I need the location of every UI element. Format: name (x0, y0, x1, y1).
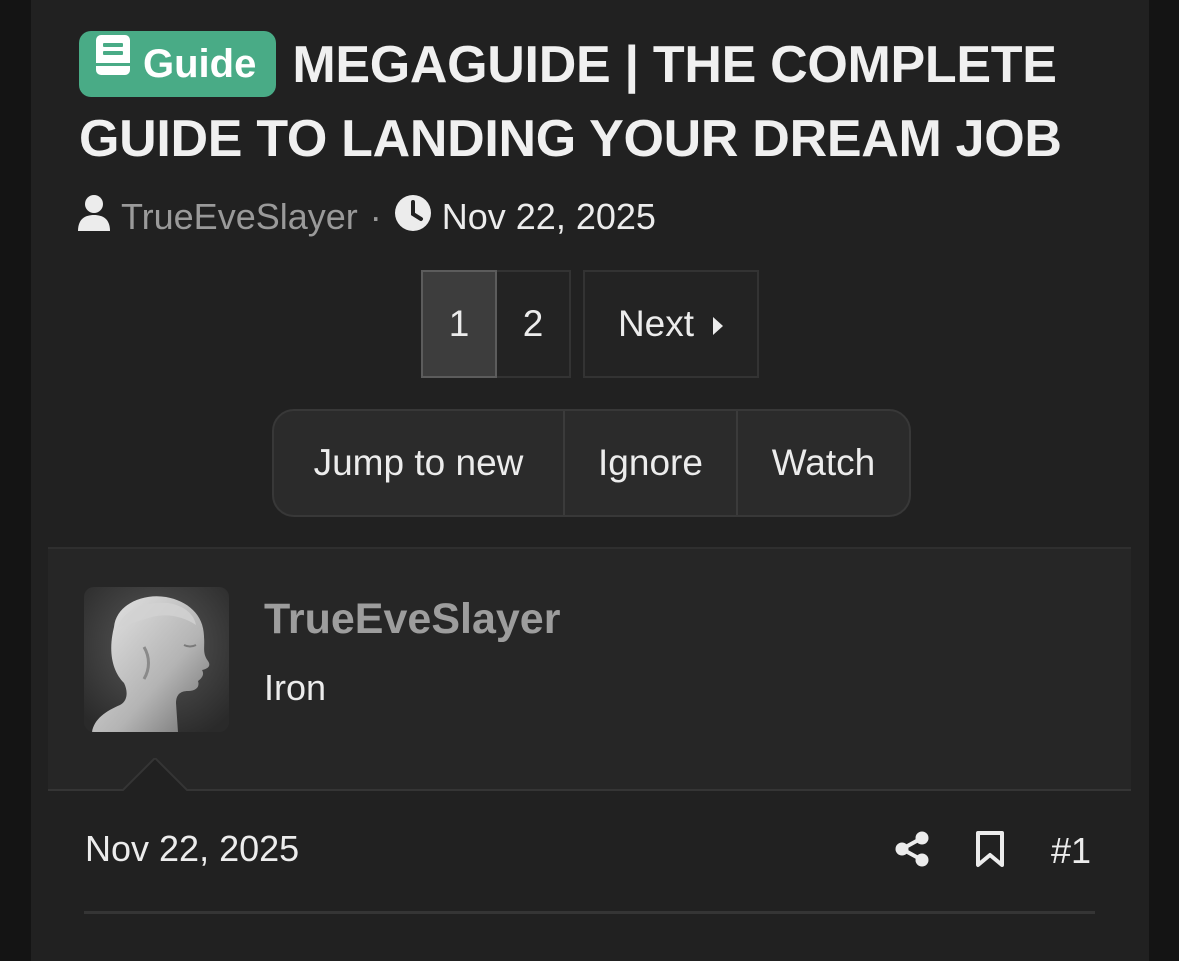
thread-author-link[interactable]: TrueEveSlayer (121, 196, 358, 238)
ignore-button[interactable]: Ignore (563, 411, 736, 515)
thread-action-group: Jump to new Ignore Watch (272, 409, 911, 517)
post-user-header: TrueEveSlayer Iron (48, 547, 1131, 791)
page-2-button[interactable]: 2 (497, 270, 571, 378)
post-username-link[interactable]: TrueEveSlayer (264, 595, 560, 644)
pagination: 1 2 Next (421, 270, 759, 378)
thread-page: Guide MEGAGUIDE | THE COMPLETE GUIDE TO … (31, 0, 1149, 961)
avatar[interactable] (84, 587, 229, 732)
thread-prefix-badge[interactable]: Guide (79, 30, 277, 97)
jump-to-new-button[interactable]: Jump to new (274, 411, 563, 515)
user-icon (77, 194, 111, 241)
post-date-link[interactable]: Nov 22, 2025 (85, 828, 299, 870)
post-number-link[interactable]: #1 (1051, 830, 1091, 872)
watch-button[interactable]: Watch (736, 411, 909, 515)
thread-title: Guide MEGAGUIDE | THE COMPLETE GUIDE TO … (79, 28, 1119, 176)
next-page-button[interactable]: Next (583, 270, 759, 378)
bookmark-icon[interactable] (975, 830, 1005, 873)
next-label: Next (617, 303, 695, 344)
post-user-title: Iron (264, 667, 327, 708)
message-arrow (122, 758, 188, 791)
post-actions: #1 (895, 826, 1091, 876)
share-icon[interactable] (895, 831, 929, 872)
thread-meta: TrueEveSlayer · Nov 22, 2025 (77, 192, 656, 242)
meta-separator: · (369, 196, 382, 237)
clock-icon (394, 194, 432, 241)
thread-start-date[interactable]: Nov 22, 2025 (442, 196, 656, 238)
caret-right-icon (712, 303, 724, 345)
book-icon (95, 30, 131, 96)
post-divider (84, 911, 1095, 914)
prefix-label: Guide (143, 42, 257, 86)
page-1-button[interactable]: 1 (421, 270, 497, 378)
